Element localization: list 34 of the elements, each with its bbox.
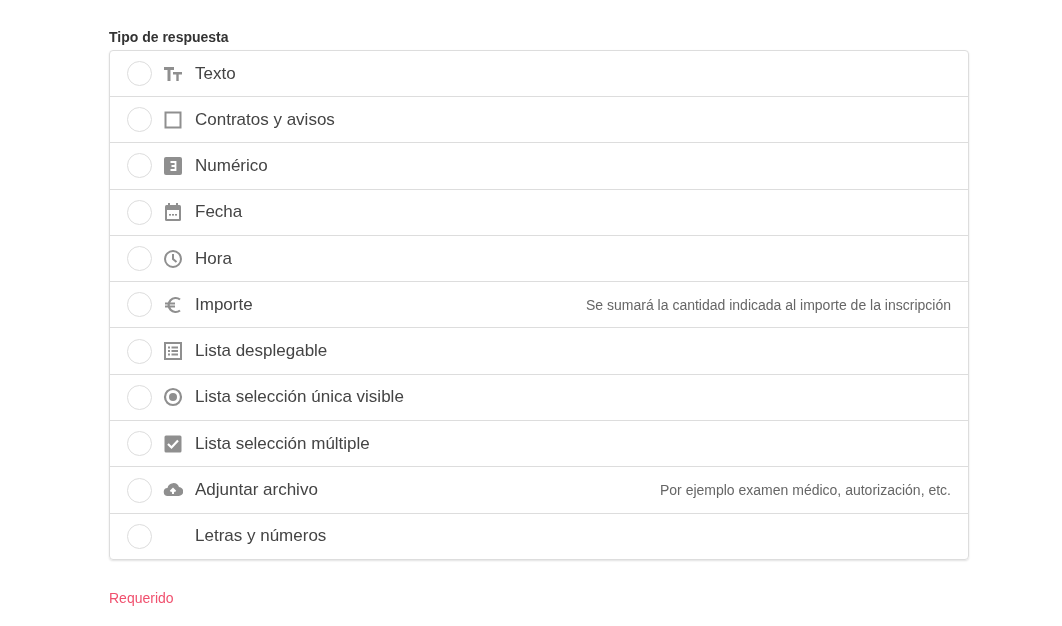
option-row[interactable]: Lista selección múltiple [110,420,968,467]
list-icon [163,341,183,362]
euro-icon [163,294,183,315]
option-label: Letras y números [195,526,327,547]
option-row[interactable]: Hora [110,234,968,282]
option-row[interactable]: Texto [110,51,968,96]
checked-box-icon [163,433,183,454]
option-row[interactable]: Lista selección única visible [110,373,968,421]
radio-icon [163,387,183,408]
option-label: Fecha [195,202,243,223]
option-label: Lista selección múltiple [195,433,370,454]
option-row[interactable]: Letras y números [110,512,968,559]
option-label: Hora [195,248,232,269]
option-row[interactable]: Contratos y avisos [110,96,968,143]
option-label: Lista desplegable [195,341,328,362]
option-row[interactable]: Adjuntar archivo Por ejemplo examen médico, autorización, etc. [110,466,968,513]
required-message: Requerido [109,589,175,606]
option-hint: Por ejemplo examen médico, autorización, etc. [659,482,951,498]
option-label: Lista selección única visible [195,387,404,408]
calendar-icon [163,202,183,223]
clock-icon [163,248,183,269]
option-row[interactable]: Importe Se sumará la cantidad indicada al importe de la inscripción [110,281,968,328]
option-row[interactable]: Fecha [110,188,968,235]
option-hint: Se sumará la cantidad indicada al importe de la inscripción [586,296,951,313]
option-label: Importe [195,294,253,315]
square-icon [163,109,183,130]
option-label: Texto [195,63,236,84]
option-label: Contratos y avisos [195,109,335,130]
option-row[interactable]: Numérico [110,142,968,189]
number-icon [163,155,183,176]
option-label: Numérico [195,155,268,176]
field-label: Tipo de respuesta [109,29,230,45]
option-label: Adjuntar archivo [195,480,318,500]
option-row[interactable]: Lista desplegable [110,327,968,374]
